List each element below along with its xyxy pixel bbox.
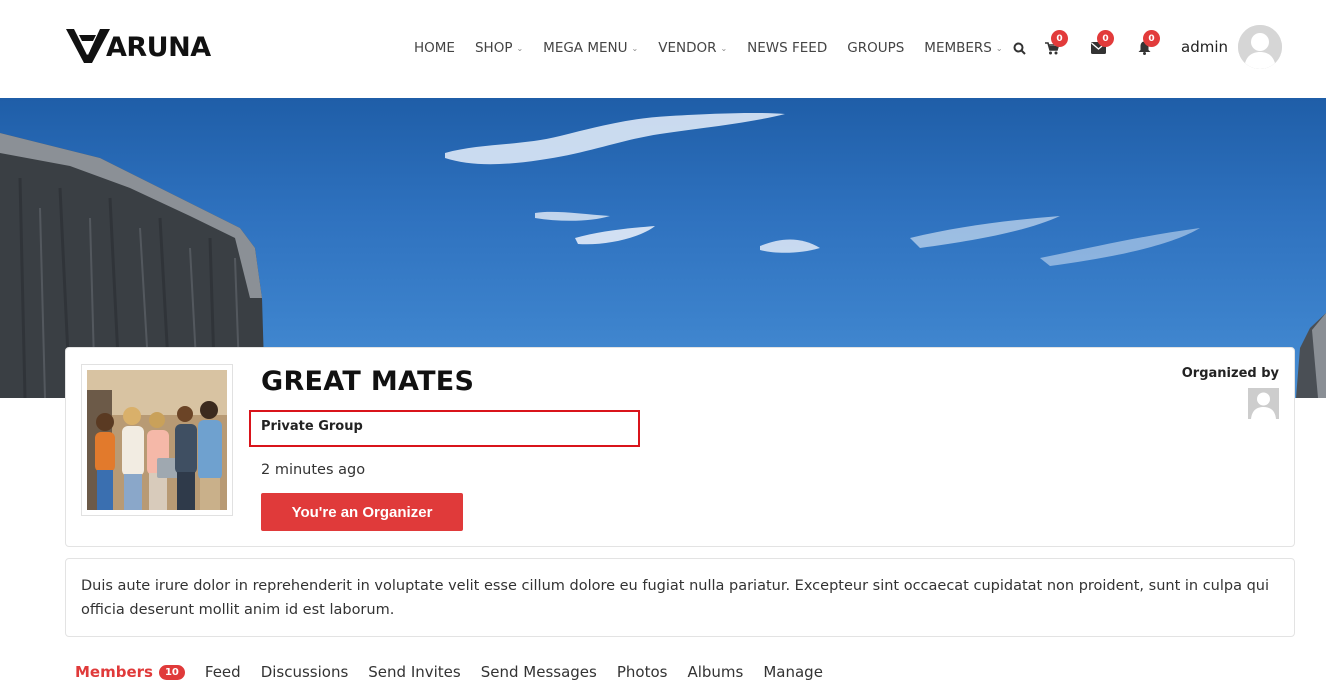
notifications-count-badge: 0 xyxy=(1143,30,1160,47)
nav-label: HOME xyxy=(414,40,455,56)
tab-manage[interactable]: Manage xyxy=(763,663,823,681)
main-nav: HOME SHOP ⌄ MEGA MENU ⌄ VENDOR ⌄ NEWS FEED … xyxy=(414,38,1023,58)
nav-members[interactable]: MEMBERS ⌄ xyxy=(924,40,1002,56)
site-header: ARUNA HOME SHOP ⌄ MEGA MENU ⌄ VENDOR ⌄ NEWS… xyxy=(0,0,1326,98)
tab-feed[interactable]: Feed xyxy=(205,663,241,681)
messages-count-badge: 0 xyxy=(1097,30,1114,47)
cart-count-badge: 0 xyxy=(1051,30,1068,47)
chevron-down-icon: ⌄ xyxy=(516,43,524,53)
nav-vendor[interactable]: VENDOR ⌄ xyxy=(658,40,727,56)
site-logo[interactable]: ARUNA xyxy=(66,26,211,63)
messages-button[interactable]: 0 xyxy=(1088,30,1114,58)
group-tabs: Members 10 Feed Discussions Send Invites… xyxy=(75,663,843,681)
nav-label: MEMBERS xyxy=(924,40,992,56)
group-header-card: GREAT MATES Private Group 2 minutes ago … xyxy=(65,347,1295,547)
group-description-card: Duis aute irure dolor in reprehenderit i… xyxy=(65,558,1295,637)
group-privacy-status: Private Group xyxy=(261,419,363,434)
user-avatar[interactable] xyxy=(1238,25,1282,69)
logo-v-icon xyxy=(66,28,110,63)
search-icon xyxy=(1013,42,1026,55)
nav-label: VENDOR xyxy=(658,40,717,56)
chevron-down-icon: ⌄ xyxy=(631,43,639,53)
tab-send-invites[interactable]: Send Invites xyxy=(368,663,460,681)
group-last-active: 2 minutes ago xyxy=(261,462,366,478)
nav-label: NEWS FEED xyxy=(747,40,828,56)
tab-members[interactable]: Members 10 xyxy=(75,663,185,681)
nav-home[interactable]: HOME xyxy=(414,40,455,56)
search-button[interactable] xyxy=(1009,38,1029,58)
organizer-avatar[interactable] xyxy=(1248,388,1279,419)
nav-mega-menu[interactable]: MEGA MENU ⌄ xyxy=(543,40,638,56)
nav-label: SHOP xyxy=(474,40,513,56)
tab-label: Members xyxy=(75,663,153,681)
group-avatar-image xyxy=(87,370,227,510)
nav-groups[interactable]: GROUPS xyxy=(847,40,904,56)
group-photo-illustration xyxy=(87,370,227,510)
chevron-down-icon: ⌄ xyxy=(720,43,728,53)
cart-button[interactable]: 0 xyxy=(1042,30,1068,58)
tab-albums[interactable]: Albums xyxy=(687,663,743,681)
logo-text: ARUNA xyxy=(106,32,211,63)
group-title: GREAT MATES xyxy=(261,366,475,397)
nav-label: GROUPS xyxy=(847,40,905,56)
user-name[interactable]: admin xyxy=(1181,38,1228,56)
group-description: Duis aute irure dolor in reprehenderit i… xyxy=(81,578,1270,618)
tab-photos[interactable]: Photos xyxy=(617,663,668,681)
chevron-down-icon: ⌄ xyxy=(995,43,1003,53)
members-count-badge: 10 xyxy=(158,664,185,680)
tab-discussions[interactable]: Discussions xyxy=(261,663,349,681)
default-avatar-icon xyxy=(1248,388,1279,419)
group-avatar[interactable] xyxy=(81,364,233,516)
nav-label: MEGA MENU xyxy=(543,40,628,56)
organized-by-label: Organized by xyxy=(1181,366,1279,381)
notifications-button[interactable]: 0 xyxy=(1134,30,1160,58)
nav-news-feed[interactable]: NEWS FEED xyxy=(747,40,827,56)
nav-shop[interactable]: SHOP ⌄ xyxy=(475,40,523,56)
organizer-status-button[interactable]: You're an Organizer xyxy=(261,493,463,531)
tab-send-messages[interactable]: Send Messages xyxy=(481,663,597,681)
default-avatar-icon xyxy=(1238,25,1282,69)
